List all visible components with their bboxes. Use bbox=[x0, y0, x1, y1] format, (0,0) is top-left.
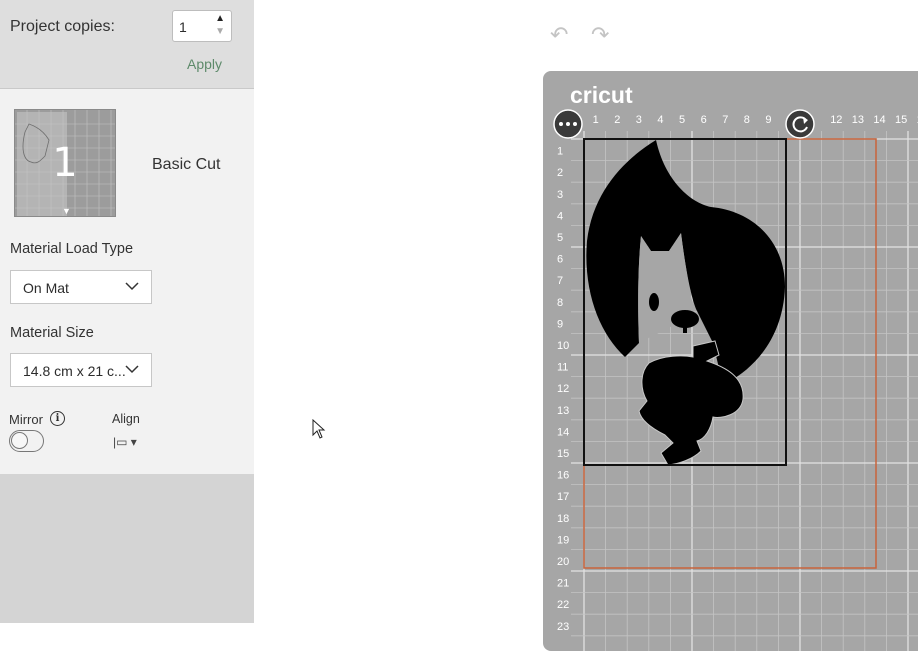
mat-settings-panel: 1 ▼ Basic Cut Material Load Type On Mat … bbox=[0, 89, 254, 474]
left-ruler-label: 4 bbox=[557, 210, 563, 222]
more-options-handle[interactable] bbox=[553, 109, 583, 139]
material-load-type-value: On Mat bbox=[23, 280, 69, 296]
rotate-handle[interactable] bbox=[785, 109, 815, 139]
align-label: Align bbox=[112, 412, 140, 426]
redo-icon[interactable]: ↷ bbox=[591, 22, 609, 48]
left-ruler-label: 20 bbox=[557, 556, 569, 568]
cricut-logo: cricut bbox=[570, 82, 633, 108]
top-ruler-label: 14 bbox=[873, 114, 885, 126]
left-ruler-label: 22 bbox=[557, 599, 569, 611]
left-ruler-label: 14 bbox=[557, 426, 569, 438]
left-ruler-label: 8 bbox=[557, 297, 563, 309]
apply-button[interactable]: Apply bbox=[187, 56, 222, 72]
top-ruler-label: 12 bbox=[830, 114, 842, 126]
left-ruler-label: 15 bbox=[557, 448, 569, 460]
left-ruler-label: 5 bbox=[557, 232, 563, 244]
top-ruler-label: 13 bbox=[852, 114, 864, 126]
chevron-down-icon bbox=[125, 365, 139, 374]
project-copies-label: Project copies: bbox=[10, 18, 115, 35]
left-ruler-label: 17 bbox=[557, 491, 569, 503]
top-ruler-label: 1 bbox=[593, 114, 599, 126]
toggle-knob bbox=[11, 432, 28, 449]
material-load-type-label: Material Load Type bbox=[10, 241, 134, 257]
left-ruler-label: 11 bbox=[557, 362, 568, 374]
top-ruler-label: 8 bbox=[744, 114, 750, 126]
top-ruler-label: 3 bbox=[636, 114, 642, 126]
project-copies-value[interactable]: 1 bbox=[179, 19, 187, 35]
left-ruler-label: 1 bbox=[557, 146, 563, 158]
align-dropdown[interactable]: |▭ ▾ bbox=[113, 435, 137, 449]
info-icon[interactable]: i bbox=[50, 411, 65, 426]
material-load-type-select[interactable]: On Mat bbox=[10, 270, 152, 304]
left-ruler-label: 19 bbox=[557, 534, 569, 546]
mirror-toggle[interactable] bbox=[9, 430, 44, 452]
top-ruler: 1234567891121314151 bbox=[593, 114, 918, 126]
chevron-down-icon bbox=[125, 282, 139, 291]
top-ruler-label: 9 bbox=[765, 114, 771, 126]
left-ruler-label: 13 bbox=[557, 405, 569, 417]
material-size-label: Material Size bbox=[10, 325, 94, 341]
left-ruler-label: 18 bbox=[557, 513, 569, 525]
left-ruler-label: 2 bbox=[557, 167, 563, 179]
top-ruler-label: 4 bbox=[657, 114, 663, 126]
left-sidebar: Project copies: 1 ▲ ▼ Apply 1 ▼ Basic Cu… bbox=[0, 0, 254, 623]
left-ruler-label: 12 bbox=[557, 383, 569, 395]
mat-thumbnail[interactable]: 1 ▼ bbox=[14, 109, 116, 217]
top-ruler-label: 6 bbox=[701, 114, 707, 126]
mirror-label: Mirror bbox=[9, 412, 43, 427]
decrement-arrow-icon[interactable]: ▼ bbox=[215, 27, 225, 37]
project-copies-panel: Project copies: 1 ▲ ▼ Apply bbox=[0, 0, 254, 89]
material-size-value: 14.8 cm x 21 c... bbox=[23, 363, 126, 379]
left-ruler-label: 21 bbox=[557, 578, 569, 590]
left-ruler-label: 16 bbox=[557, 470, 569, 482]
mat-mode-label: Basic Cut bbox=[152, 156, 221, 173]
left-ruler-label: 3 bbox=[557, 189, 563, 201]
top-ruler-label: 7 bbox=[722, 114, 728, 126]
left-ruler-label: 9 bbox=[557, 318, 563, 330]
thumbnail-caret-icon: ▼ bbox=[62, 206, 71, 216]
increment-arrow-icon[interactable]: ▲ bbox=[215, 14, 225, 24]
left-ruler-label: 6 bbox=[557, 254, 563, 266]
left-ruler: 1234567891011121314151617181920212223 bbox=[557, 146, 569, 633]
left-ruler-label: 7 bbox=[557, 275, 563, 287]
squirrel-design[interactable] bbox=[586, 140, 785, 466]
top-ruler-label: 2 bbox=[614, 114, 620, 126]
material-size-select[interactable]: 14.8 cm x 21 c... bbox=[10, 353, 152, 387]
cutting-mat: cricut 1234567891121314151 1234567891011… bbox=[543, 71, 918, 651]
mat-canvas: cricut 1234567891121314151 1234567891011… bbox=[553, 82, 918, 651]
mat-number: 1 bbox=[52, 140, 78, 186]
top-ruler-label: 5 bbox=[679, 114, 685, 126]
project-copies-stepper[interactable]: 1 ▲ ▼ bbox=[172, 10, 232, 42]
undo-icon[interactable]: ↶ bbox=[550, 22, 568, 48]
left-ruler-label: 10 bbox=[557, 340, 569, 352]
mouse-pointer-icon bbox=[312, 419, 326, 439]
top-ruler-label: 15 bbox=[895, 114, 907, 126]
